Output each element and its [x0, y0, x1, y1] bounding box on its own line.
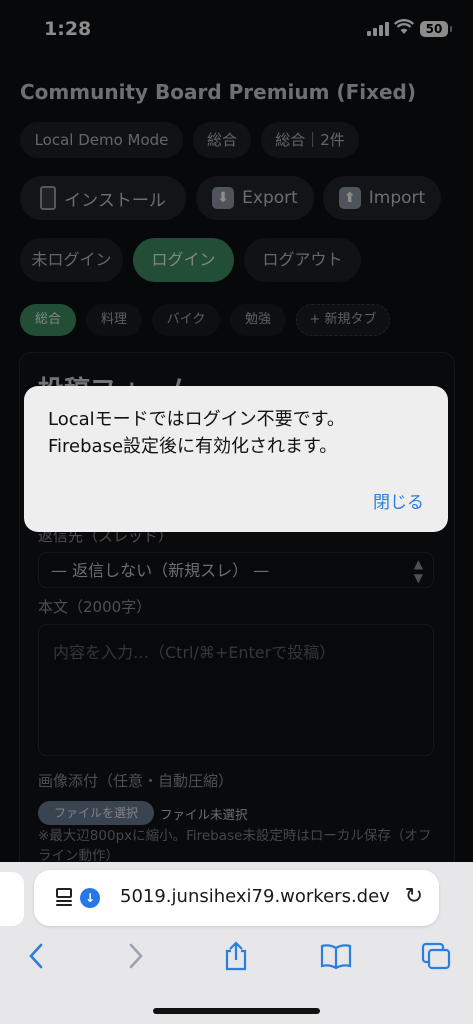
tabs-icon	[421, 942, 451, 970]
tabs-button[interactable]	[416, 938, 456, 974]
previous-tab-preview[interactable]	[0, 872, 24, 926]
alert-message-line2: Firebase設定後に有効化されます。	[48, 436, 338, 457]
chevron-left-icon	[29, 943, 43, 969]
address-bar[interactable]: ↓ 5019.junsihexi79.workers.dev ↻	[34, 870, 439, 926]
chevron-right-icon	[129, 943, 143, 969]
home-indicator	[153, 1008, 320, 1014]
page-menu-icon[interactable]	[56, 888, 74, 908]
url-text: 5019.junsihexi79.workers.dev	[120, 886, 390, 907]
alert-dialog: Localモードではログイン不要です。 Firebase設定後に有効化されます。…	[24, 386, 448, 532]
share-button[interactable]	[216, 938, 256, 974]
download-icon[interactable]: ↓	[80, 888, 100, 908]
share-icon	[225, 941, 247, 971]
forward-button[interactable]	[116, 938, 156, 974]
alert-message-line1: Localモードではログイン不要です。	[48, 409, 345, 430]
bookmarks-button[interactable]	[316, 938, 356, 974]
alert-close-button[interactable]: 閉じる	[373, 488, 424, 513]
book-icon	[320, 944, 352, 970]
alert-message: Localモードではログイン不要です。 Firebase設定後に有効化されます。	[48, 406, 438, 460]
back-button[interactable]	[16, 938, 56, 974]
reload-icon[interactable]: ↻	[405, 886, 423, 908]
